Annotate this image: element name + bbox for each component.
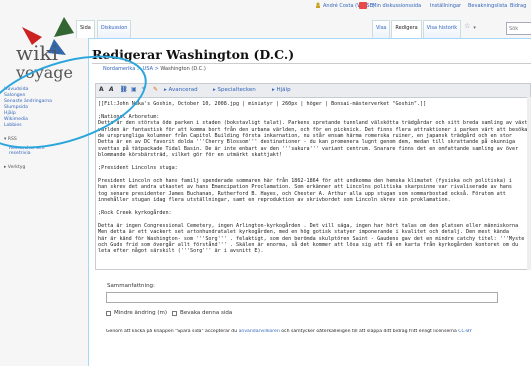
sidebar-section-rss[interactable]: ▾ RSS	[4, 137, 17, 142]
signature-icon[interactable]: ✎	[153, 86, 158, 93]
notifications-badge[interactable]	[359, 2, 367, 9]
sidebar-item-main-page[interactable]: Huvudsida	[4, 87, 28, 92]
license-prefix: Genom att klicka på knappen "Spara sida"…	[106, 329, 238, 334]
contributions-link[interactable]: Bidrag	[510, 3, 526, 9]
sidebar-item-lounge[interactable]: Salongen	[4, 93, 25, 98]
watch-page-label: Bevaka denna sida	[180, 310, 233, 316]
sidebar-item-wikimedia[interactable]: Wikimedia	[4, 117, 28, 122]
advanced-toggle[interactable]: ▸ Avancerad	[164, 87, 198, 93]
tab-read[interactable]: Visa	[372, 20, 391, 38]
breadcrumb-link[interactable]: Nordamerika	[103, 66, 135, 72]
my-talk-link[interactable]: Min diskussionssida	[372, 3, 421, 9]
edit-toolbar: A A ⛓ ▣ ❝ ✎ ▸ Avancerad ▸ Specialtecken …	[95, 83, 531, 97]
tab-page[interactable]: Sida	[76, 20, 95, 38]
edit-options: Mindre ändring (m) Bevaka denna sida	[106, 310, 232, 316]
sidebar-item-help[interactable]: Hjälp	[4, 111, 16, 116]
help-label: Hjälp	[276, 87, 291, 93]
sidebar-item-rss[interactable]: Researcher och resetrivia	[9, 146, 57, 156]
sidebar-section-tools[interactable]: ▸ Verktyg	[4, 165, 25, 170]
personal-toolbar: André Costa (WMSE) Min diskussionssida I…	[0, 0, 531, 12]
logo-wordmark-top: wiki	[16, 41, 58, 65]
license-link[interactable]: CC-BY	[458, 329, 472, 334]
search-input[interactable]: Sök	[506, 22, 531, 35]
special-characters-label: Specialtecken	[217, 87, 256, 93]
rss-header-label: RSS	[7, 137, 17, 142]
editor-line: leta efter något särskilt ('''Sorg''' är…	[98, 248, 264, 255]
watch-star-icon[interactable]: ☆	[461, 20, 472, 38]
more-menu-chevron-icon[interactable]: ▾	[472, 20, 478, 38]
breadcrumb-link[interactable]: USA	[143, 66, 153, 72]
watch-page-checkbox[interactable]	[172, 310, 178, 316]
page-title: Redigerar Washington (D.C.)	[92, 47, 295, 62]
reference-icon[interactable]: ❝	[142, 86, 146, 93]
editor-line: här är känd för Washington- som '''Sorg'…	[98, 235, 525, 242]
logo-wordmark-bottom: voyage	[15, 63, 73, 82]
license-middle: och samtycker oåterkalleligen till att s…	[281, 329, 457, 334]
wikitext-editor[interactable]: [[Fil:John Naka's Goshin, October 10, 20…	[95, 97, 531, 270]
user-icon	[315, 2, 321, 8]
tab-history[interactable]: Visa historik	[422, 20, 462, 38]
italic-button[interactable]: A	[109, 86, 114, 93]
namespace-tabs: Sida Diskussion	[76, 20, 132, 38]
watchlist-link[interactable]: Bevakningslista	[468, 3, 507, 9]
special-characters-toggle[interactable]: ▸ Specialtecken	[213, 87, 256, 93]
sidebar-item-random[interactable]: Slumpsida	[4, 105, 28, 110]
tab-discussion[interactable]: Diskussion	[96, 20, 132, 38]
license-notice: Genom att klicka på knappen "Spara sida"…	[106, 329, 531, 334]
breadcrumb-current: Washington (D.C.)	[160, 66, 206, 72]
help-toggle[interactable]: ▸ Hjälp	[272, 87, 291, 93]
view-tabs: Visa Redigera Visa historik ☆ ▾	[371, 20, 478, 38]
title-divider	[92, 63, 531, 64]
bold-button[interactable]: A	[99, 86, 104, 93]
breadcrumb: Nordamerika > USA > Washington (D.C.)	[103, 66, 206, 72]
summary-label: Sammanfattning:	[107, 283, 155, 289]
summary-input[interactable]	[106, 292, 498, 303]
editor-line: Detta är en av DC favorit dolda '''Cherr…	[98, 139, 516, 146]
editor-line: Men detta är ett vackert set artonhundra…	[98, 229, 509, 236]
link-icon[interactable]: ⛓	[120, 86, 128, 93]
tab-edit[interactable]: Redigera	[391, 20, 422, 38]
sidebar-item-recent-changes[interactable]: Senaste ändringarna	[4, 99, 52, 104]
editor-line: Detta är den största öde parken i staden…	[98, 120, 531, 127]
terms-link[interactable]: användarvillkoren	[239, 329, 280, 334]
preferences-link[interactable]: Inställningar	[430, 3, 461, 9]
minor-edit-checkbox[interactable]	[106, 310, 111, 316]
sidebar-item-lobbies[interactable]: Lobbies	[4, 123, 22, 128]
wikivoyage-logo[interactable]: wiki voyage	[2, 15, 82, 85]
tools-header-label: Verktyg	[7, 165, 26, 170]
minor-edit-label: Mindre ändring (m)	[114, 310, 168, 316]
advanced-label: Avancerad	[168, 87, 198, 93]
embedded-file-icon[interactable]: ▣	[131, 86, 137, 93]
editor-line: han skrev det andra utkastet av hans Ema…	[98, 184, 513, 191]
editor-scrollbar[interactable]	[527, 97, 531, 270]
